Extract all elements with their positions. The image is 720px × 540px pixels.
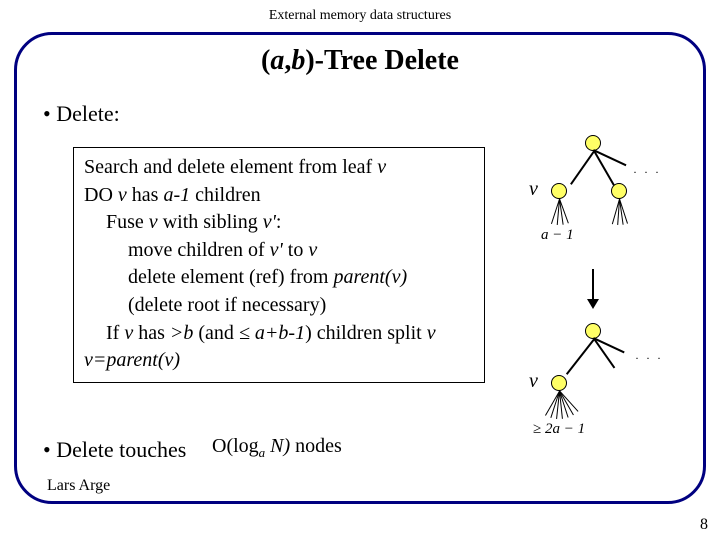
algo-line-7: If v has >b (and ≤ a+b-1) children split… xyxy=(84,320,474,348)
t: has xyxy=(127,184,164,206)
diagram-before: · · · v a − 1 xyxy=(515,135,705,255)
t: has xyxy=(133,322,170,344)
math-complexity: O(loga N) nodes xyxy=(212,435,342,461)
t: v xyxy=(377,156,386,178)
t: a-1 xyxy=(163,184,190,206)
t: DO xyxy=(84,184,118,206)
t: ≤ a+b-1 xyxy=(239,322,305,344)
t: with sibling xyxy=(158,211,263,233)
arrow-down-icon xyxy=(592,269,594,307)
footer-page-number: 8 xyxy=(700,516,708,534)
t: v xyxy=(427,322,436,344)
title-a: a xyxy=(270,45,284,76)
t: v xyxy=(118,184,127,206)
t: v xyxy=(149,211,158,233)
slide-frame: (a,b)-Tree Delete • Delete: Search and d… xyxy=(14,32,706,504)
t: parent(v) xyxy=(333,266,407,288)
algorithm-box: Search and delete element from leaf v DO… xyxy=(73,147,485,383)
algo-line-2: DO v has a-1 children xyxy=(84,184,261,206)
t: delete element (ref) from xyxy=(128,266,333,288)
label-a-minus-1: a − 1 xyxy=(541,227,574,244)
t: nodes xyxy=(290,435,342,457)
bullet-delete: • Delete: xyxy=(43,101,120,127)
t: to xyxy=(283,239,309,261)
t: • Delete touches xyxy=(43,437,186,462)
t: ) children split xyxy=(305,322,427,344)
running-header: External memory data structures xyxy=(0,0,720,24)
t: children xyxy=(190,184,261,206)
node-v xyxy=(551,183,567,199)
footer-author: Lars Arge xyxy=(47,477,110,495)
diagram-after: · · · v ≥ 2a − 1 xyxy=(515,323,705,453)
t: : xyxy=(276,211,282,233)
node-v-fused xyxy=(551,375,567,391)
node-sibling xyxy=(611,183,627,199)
algo-line-3: Fuse v with sibling v': xyxy=(84,209,474,237)
dots: · · · xyxy=(633,165,661,180)
algo-line-5: delete element (ref) from parent(v) xyxy=(84,264,474,292)
bullet-touches: • Delete touches xyxy=(43,437,186,463)
t: O(log xyxy=(212,435,259,457)
edge xyxy=(570,151,595,185)
t: >b xyxy=(170,322,194,344)
t: v' xyxy=(270,239,283,261)
slide-title: (a,b)-Tree Delete xyxy=(17,45,703,77)
algo-line-8: v=parent(v) xyxy=(84,349,180,371)
title-suffix: )-Tree Delete xyxy=(305,45,459,76)
algo-line-1: Search and delete element from leaf v xyxy=(84,156,386,178)
t: v xyxy=(124,322,133,344)
t: Search and delete element from leaf xyxy=(84,156,377,178)
t: move children of xyxy=(128,239,270,261)
algo-line-6: (delete root if necessary) xyxy=(84,292,474,320)
t: Fuse xyxy=(106,211,149,233)
label-v: v xyxy=(529,370,538,393)
title-lparen: ( xyxy=(261,45,270,76)
t: v xyxy=(308,239,317,261)
title-b: b xyxy=(291,45,305,76)
label-ge-2a-minus-1: ≥ 2a − 1 xyxy=(533,421,585,438)
t: N) xyxy=(265,435,290,457)
t: (and xyxy=(193,322,239,344)
label-v: v xyxy=(529,178,538,201)
t: If xyxy=(106,322,124,344)
algo-line-4: move children of v' to v xyxy=(84,237,474,265)
t: v' xyxy=(263,211,276,233)
edge xyxy=(566,339,595,375)
dots: · · · xyxy=(635,351,663,366)
